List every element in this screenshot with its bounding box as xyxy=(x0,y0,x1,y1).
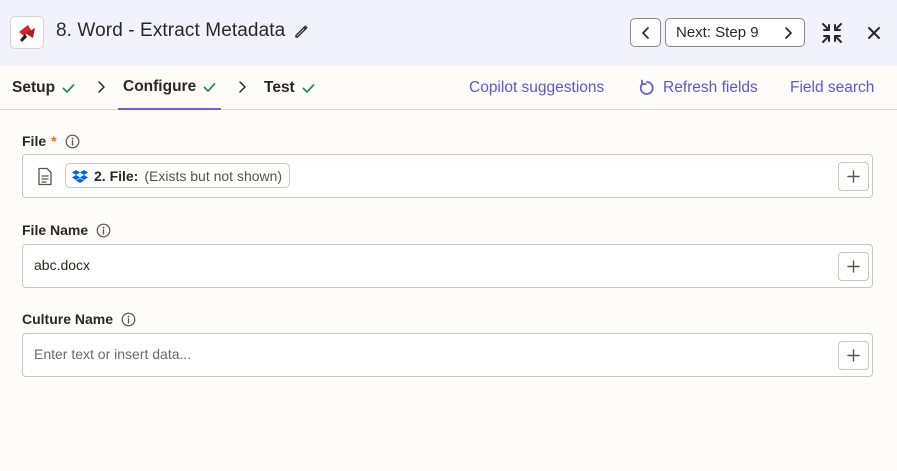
insert-data-button[interactable] xyxy=(838,341,869,370)
document-icon xyxy=(37,167,53,186)
file-label-text: File xyxy=(22,133,47,149)
app-icon xyxy=(10,16,44,49)
step-tabs: Setup Configure Test Copilot suggestions… xyxy=(0,66,897,110)
step-title-text: 8. Word - Extract Metadata xyxy=(56,20,286,41)
info-icon[interactable] xyxy=(96,223,111,238)
tab-setup-label: Setup xyxy=(12,79,56,96)
file-name-value: abc.docx xyxy=(34,257,91,273)
culture-name-label-text: Culture Name xyxy=(22,311,114,327)
file-field-label: File * xyxy=(22,133,80,149)
file-name-label-text: File Name xyxy=(22,222,89,238)
file-name-input[interactable]: abc.docx xyxy=(22,244,873,288)
field-search-link[interactable]: Field search xyxy=(790,66,874,110)
info-icon[interactable] xyxy=(65,134,80,149)
chevron-right-icon xyxy=(94,80,108,94)
check-icon xyxy=(62,83,75,94)
step-header: 8. Word - Extract Metadata Next: Step 9 xyxy=(0,0,897,66)
tab-test-label: Test xyxy=(264,79,295,96)
refresh-fields-label: Refresh fields xyxy=(663,79,758,96)
file-field[interactable]: 2. File: (Exists but not shown) xyxy=(22,154,873,198)
pencil-icon[interactable] xyxy=(293,23,309,39)
check-icon xyxy=(203,82,216,93)
culture-name-input[interactable]: Enter text or insert data... xyxy=(22,333,873,377)
next-step-button[interactable]: Next: Step 9 xyxy=(665,18,805,47)
copilot-suggestions-link[interactable]: Copilot suggestions xyxy=(469,66,604,110)
required-marker: * xyxy=(51,133,57,149)
chevron-left-icon xyxy=(641,26,649,39)
tab-configure-label: Configure xyxy=(123,78,197,95)
info-icon[interactable] xyxy=(121,312,136,327)
next-step-label: Next: Step 9 xyxy=(676,24,759,41)
mapped-data-pill[interactable]: 2. File: (Exists but not shown) xyxy=(65,163,291,188)
collapse-icon[interactable] xyxy=(820,21,844,45)
culture-name-placeholder: Enter text or insert data... xyxy=(34,346,192,362)
dropbox-icon xyxy=(72,169,88,183)
plus-icon xyxy=(847,260,860,273)
chevron-right-icon xyxy=(235,80,249,94)
pill-description: (Exists but not shown) xyxy=(144,167,283,184)
step-title: 8. Word - Extract Metadata xyxy=(56,20,309,42)
insert-data-button[interactable] xyxy=(838,162,869,191)
refresh-icon xyxy=(639,79,654,95)
tab-test[interactable]: Test xyxy=(264,66,315,110)
insert-data-button[interactable] xyxy=(838,252,869,281)
check-icon xyxy=(302,83,315,94)
tab-setup[interactable]: Setup xyxy=(12,66,75,110)
close-icon[interactable] xyxy=(863,22,885,44)
zapier-word-app-icon xyxy=(19,24,35,42)
chevron-right-icon xyxy=(785,26,792,39)
tab-configure[interactable]: Configure xyxy=(118,66,222,110)
previous-step-button[interactable] xyxy=(630,18,661,47)
plus-icon xyxy=(847,349,860,362)
culture-name-field-label: Culture Name xyxy=(22,311,136,327)
plus-icon xyxy=(847,170,860,183)
pill-step-label: 2. File: xyxy=(94,167,139,184)
refresh-fields-button[interactable]: Refresh fields xyxy=(638,66,758,110)
file-name-field-label: File Name xyxy=(22,222,111,238)
